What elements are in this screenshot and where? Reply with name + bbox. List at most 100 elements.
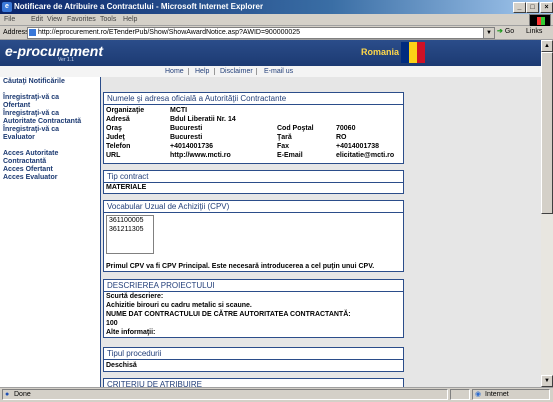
sidebar-register-bidder[interactable]: Înregistraţi-vă ca xyxy=(3,94,59,102)
sidebar-access-authority[interactable]: Acces Autoritate xyxy=(3,150,58,158)
short-description-label: Scurtă descriere: xyxy=(106,293,164,300)
menu-favorites[interactable]: Favorites xyxy=(67,14,96,25)
field-label: Telefon xyxy=(106,143,131,150)
contract-name-value: 100 xyxy=(106,320,118,327)
sidebar-register-evaluator-2[interactable]: Evaluator xyxy=(3,134,35,142)
field-label: Fax xyxy=(277,143,290,150)
zone-text: Internet xyxy=(485,391,509,398)
sidebar-access-authority-2[interactable]: Contractantă xyxy=(3,158,46,166)
menu-edit[interactable]: Edit xyxy=(31,14,43,25)
go-label: Go xyxy=(504,28,515,35)
project-heading: DESCRIEREA PROIECTULUI xyxy=(104,280,403,292)
title-bar: e Notificare de Atribuire a Contractului… xyxy=(0,0,553,14)
status-text-pane: ● Done xyxy=(2,389,448,400)
sidebar-access-bidder[interactable]: Acces Ofertant xyxy=(3,166,53,174)
address-url: http://eprocurement.ro/ETenderPub/Show/S… xyxy=(38,29,301,36)
address-input[interactable]: http://eprocurement.ro/ETenderPub/Show/S… xyxy=(27,27,484,39)
nav-home[interactable]: Home xyxy=(165,66,184,77)
vertical-scrollbar[interactable]: ▲ ▼ xyxy=(541,40,553,387)
scroll-up-icon[interactable]: ▲ xyxy=(541,40,553,52)
menu-bar: File Edit View Favorites Tools Help xyxy=(0,14,553,26)
sidebar-search-notices[interactable]: Căutaţi Notificările xyxy=(3,78,65,86)
cpv-code[interactable]: 361211305 xyxy=(107,225,153,234)
field-label: Organizaţie xyxy=(106,107,145,114)
field-label: Oraş xyxy=(106,125,122,132)
menu-file[interactable]: File xyxy=(4,14,15,25)
address-label: Address xyxy=(3,29,29,36)
menu-help[interactable]: Help xyxy=(123,14,137,25)
page-viewport: e-procurement Ver 1.1 Romania Home Help … xyxy=(0,40,541,387)
internet-zone-icon: ◉ xyxy=(475,391,482,398)
country-name: Romania xyxy=(361,47,400,57)
go-arrow-icon: ➔ xyxy=(497,28,503,35)
procedure-value: Deschisă xyxy=(106,362,137,369)
cpv-note: Primul CPV va fi CPV Principal. Este nec… xyxy=(106,263,375,270)
short-description-value: Achizitie birouri cu cadru metalic si sc… xyxy=(106,302,252,309)
cpv-heading: Vocabular Uzual de Achiziţii (CPV) xyxy=(104,201,403,213)
email-link[interactable]: elicitatie@mcti.ro xyxy=(336,151,394,160)
page-icon xyxy=(29,28,36,36)
contract-type-heading: Tip contract xyxy=(104,171,403,183)
sidebar-register-bidder-2[interactable]: Ofertant xyxy=(3,102,30,110)
sidebar-register-authority-2[interactable]: Autoritate Contractantă xyxy=(3,118,81,126)
site-version: Ver 1.1 xyxy=(58,57,74,63)
authority-section: Numele şi adresa oficială a Autorităţii … xyxy=(103,92,404,164)
status-bar: ● Done ◉ Internet xyxy=(0,387,553,402)
go-button[interactable]: ➔ Go xyxy=(497,26,514,38)
zone-pane: ◉ Internet xyxy=(472,389,550,400)
scroll-down-icon[interactable]: ▼ xyxy=(541,375,553,387)
field-value: Bdul Liberatii Nr. 14 xyxy=(170,116,236,123)
address-bar: Address http://eprocurement.ro/ETenderPu… xyxy=(0,26,553,40)
contract-name-label: NUME DAT CONTRACTULUI DE CĂTRE AUTORITAT… xyxy=(106,311,351,318)
nav-divider xyxy=(256,68,257,75)
site-header: e-procurement Ver 1.1 Romania xyxy=(0,40,541,66)
field-value: Bucuresti xyxy=(170,134,203,141)
field-value: +4014001738 xyxy=(336,143,380,150)
status-text: Done xyxy=(14,391,31,398)
sidebar-register-evaluator[interactable]: Înregistraţi-vă ca xyxy=(3,126,59,134)
status-pane xyxy=(450,389,470,400)
ie-app-icon: e xyxy=(2,2,12,12)
nav-email-us[interactable]: E-mail us xyxy=(264,66,293,77)
sidebar-access-evaluator[interactable]: Acces Evaluator xyxy=(3,174,57,182)
minimize-button[interactable]: _ xyxy=(513,2,526,13)
scroll-thumb[interactable] xyxy=(541,52,553,214)
other-info-label: Alte informaţii: xyxy=(106,329,156,336)
flag-stripe-yellow xyxy=(409,42,417,63)
menu-tools[interactable]: Tools xyxy=(100,14,116,25)
links-button[interactable]: Links xyxy=(526,26,542,38)
address-dropdown-icon[interactable]: ▼ xyxy=(483,27,495,39)
field-value: MCTI xyxy=(170,107,188,114)
field-label: Ţară xyxy=(277,134,292,141)
nav-disclaimer[interactable]: Disclaimer xyxy=(220,66,253,77)
window-title: Notificare de Atribuire a Contractului -… xyxy=(14,2,264,11)
url-link[interactable]: http://www.mcti.ro xyxy=(170,151,231,160)
flag-stripe-red xyxy=(417,42,425,63)
sidebar: Căutaţi Notificările Înregistraţi-vă ca … xyxy=(0,77,101,387)
romania-flag-icon xyxy=(401,42,425,63)
authority-heading: Numele şi adresa oficială a Autorităţii … xyxy=(104,93,403,105)
field-label: Cod Poştal xyxy=(277,125,314,132)
sidebar-register-authority[interactable]: Înregistraţi-vă ca xyxy=(3,110,59,118)
menu-view[interactable]: View xyxy=(47,14,62,25)
site-logo[interactable]: e-procurement xyxy=(5,43,103,59)
nav-divider xyxy=(214,68,215,75)
procedure-section: Tipul procedurii Deschisă xyxy=(103,347,404,372)
close-button[interactable]: × xyxy=(540,2,553,13)
criteria-heading: CRITERIU DE ATRIBUIRE xyxy=(104,379,403,387)
cpv-code[interactable]: 361100005 xyxy=(107,216,153,225)
main-content: Numele şi adresa oficială a Autorităţii … xyxy=(101,77,541,387)
flag-stripe-blue xyxy=(401,42,409,63)
cpv-section: Vocabular Uzual de Achiziţii (CPV) 36110… xyxy=(103,200,404,272)
nav-help[interactable]: Help xyxy=(195,66,209,77)
cpv-listbox[interactable]: 361100005 361211305 xyxy=(106,215,154,254)
maximize-button[interactable]: □ xyxy=(526,2,539,13)
criteria-section: CRITERIU DE ATRIBUIRE xyxy=(103,378,404,387)
field-value: 70060 xyxy=(336,125,356,132)
procedure-heading: Tipul procedurii xyxy=(104,348,403,360)
done-icon: ● xyxy=(5,391,10,398)
nav-divider xyxy=(188,68,189,75)
contract-type-section: Tip contract MATERIALE xyxy=(103,170,404,194)
field-label: Judeţ xyxy=(106,134,125,141)
contract-type-value: MATERIALE xyxy=(106,184,147,191)
